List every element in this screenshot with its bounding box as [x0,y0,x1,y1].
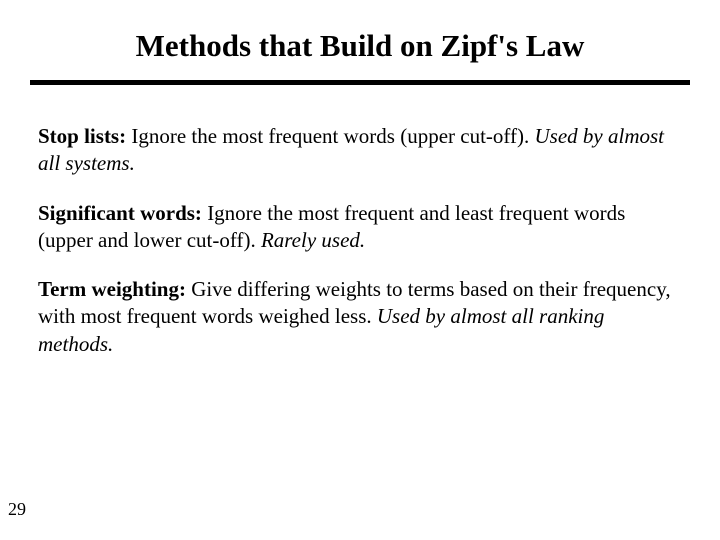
bullet-item: Term weighting: Give differing weights t… [38,276,672,358]
item-label: Significant words: [38,201,202,225]
bullet-item: Significant words: Ignore the most frequ… [38,200,672,255]
content-area: Stop lists: Ignore the most frequent wor… [0,85,720,358]
bullet-item: Stop lists: Ignore the most frequent wor… [38,123,672,178]
item-description: Ignore the most frequent words (upper cu… [126,124,534,148]
item-label: Term weighting: [38,277,186,301]
item-usage: Rarely used. [261,228,365,252]
slide-title: Methods that Build on Zipf's Law [0,0,720,80]
item-label: Stop lists: [38,124,126,148]
slide-container: Methods that Build on Zipf's Law Stop li… [0,0,720,540]
page-number: 29 [8,499,26,520]
